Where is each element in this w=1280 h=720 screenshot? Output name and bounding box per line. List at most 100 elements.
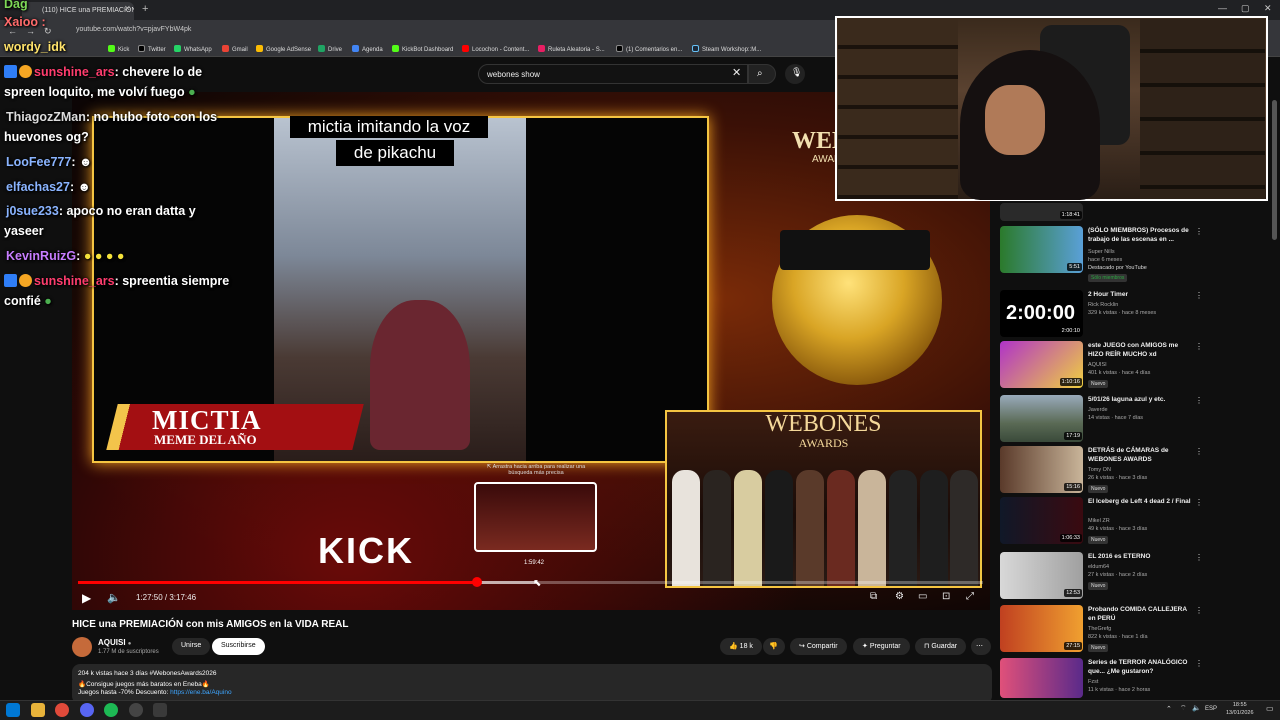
chat-message: elfachas27: ☻: [6, 180, 91, 194]
play-icon[interactable]: ▶: [82, 591, 91, 605]
scrollbar[interactable]: [1272, 100, 1277, 240]
mic-button[interactable]: 🎙: [785, 64, 805, 84]
windows-start-icon[interactable]: [6, 703, 20, 717]
clip-caption-line2: de pikachu: [336, 140, 454, 166]
window-close-icon[interactable]: ✕: [1264, 3, 1272, 14]
bookmark-kickbot[interactable]: KickBot Dashboard: [392, 45, 453, 53]
miniplayer-icon[interactable]: ▭: [918, 591, 927, 602]
more-vert-icon[interactable]: ⋮: [1195, 291, 1203, 300]
sidebar-video[interactable]: 15:16 DETRÁS de CÁMARAS de WEBONES AWARD…: [1000, 446, 1203, 498]
file-explorer-icon[interactable]: [31, 703, 45, 717]
bookmark-whatsapp[interactable]: WhatsApp: [174, 45, 212, 53]
sidebar-video[interactable]: 27:15 Probando COMIDA CALLEJERA en PERÚ …: [1000, 605, 1203, 657]
spotify-icon[interactable]: [104, 703, 118, 717]
pepe-emote-icon: ●: [44, 294, 52, 308]
save-button[interactable]: ⊓ Guardar: [915, 638, 967, 655]
fullscreen-icon[interactable]: ⤢: [966, 591, 974, 602]
maximize-icon[interactable]: ▢: [1241, 3, 1250, 14]
pixel-glasses-image: [780, 230, 930, 270]
badge-icon: [4, 65, 17, 78]
bookmark-agenda[interactable]: Agenda: [352, 45, 383, 53]
bookmark-twitter[interactable]: Twitter: [138, 45, 166, 53]
bookmark-adsense[interactable]: Google AdSense: [256, 45, 311, 53]
sidebar-video[interactable]: 1:10:16 este JUEGO con AMIGOS me HIZO RE…: [1000, 341, 1203, 393]
sidebar-video[interactable]: 5:51 (SÓLO MIEMBROS) Procesos de trabajo…: [1000, 226, 1203, 282]
tray-chevron-icon[interactable]: ⌃: [1166, 705, 1172, 713]
more-vert-icon[interactable]: ⋮: [1195, 553, 1203, 562]
taskbar: [0, 700, 1280, 720]
sidebar-video[interactable]: 1:06:33 El Iceberg de Left 4 dead 2 / Fi…: [1000, 497, 1203, 549]
search-icon: ⌕: [757, 68, 763, 79]
group-person: [950, 470, 978, 586]
more-vert-icon[interactable]: ⋮: [1195, 498, 1203, 507]
badge-icon: [19, 274, 32, 287]
subscribe-button[interactable]: Suscribirse: [212, 638, 265, 655]
volume-icon[interactable]: 🔈: [107, 591, 121, 604]
search-button[interactable]: ⌕: [748, 64, 776, 84]
progress-scrubber[interactable]: [472, 577, 482, 587]
settings-icon[interactable]: ⚙: [895, 591, 904, 602]
sidebar-video[interactable]: 12:53 EL 2016 es ETERNO eldum64 27 k vis…: [1000, 552, 1203, 604]
bookmark-gmail[interactable]: Gmail: [222, 45, 248, 53]
new-tab-icon[interactable]: +: [142, 3, 148, 15]
mic-icon: 🎙: [791, 67, 803, 77]
cast-icon[interactable]: ⊡: [942, 591, 950, 602]
sidebar-video[interactable]: 1:18:41: [1000, 203, 1196, 223]
view-stats: 204 k vistas hace 3 días #WebonesAwards2…: [78, 670, 217, 677]
bookmark-ruleta[interactable]: Ruleta Aleatoria - S...: [538, 45, 605, 53]
bookmark-kick[interactable]: Kick: [108, 45, 129, 53]
more-vert-icon[interactable]: ⋮: [1195, 606, 1203, 615]
clear-icon[interactable]: ✕: [732, 66, 741, 79]
notification-icon[interactable]: ▭: [1266, 704, 1274, 713]
inset-subtitle: AWARDS: [798, 436, 849, 450]
channel-name[interactable]: AQUISI ●: [98, 638, 131, 647]
network-icon[interactable]: ⌔: [1180, 704, 1187, 713]
description-link[interactable]: https://ene.ba/Aquino: [170, 689, 231, 696]
more-button[interactable]: ⋯: [971, 638, 991, 655]
sparkle-icon: ✦: [862, 643, 868, 650]
close-icon[interactable]: ✕: [124, 4, 131, 13]
ask-button[interactable]: ✦ Preguntar: [853, 638, 910, 655]
bookmark-drive[interactable]: Drive: [318, 45, 342, 53]
dislike-button[interactable]: 👎: [763, 638, 785, 655]
subtitles-icon[interactable]: ⧉: [870, 591, 877, 602]
channel-avatar[interactable]: [72, 637, 92, 657]
obs-icon[interactable]: [129, 703, 143, 717]
app-icon[interactable]: [153, 703, 167, 717]
discord-icon[interactable]: [80, 703, 94, 717]
sidebar-thumbnail: 12:53: [1000, 552, 1083, 599]
like-button[interactable]: 👍 18 k: [720, 638, 762, 655]
clock[interactable]: 18:55 13/01/2026: [1226, 701, 1254, 717]
sidebar-thumbnail: 2:00:00 2:00:10: [1000, 290, 1083, 337]
award-category: MEME DEL AÑO: [154, 432, 257, 447]
language-indicator[interactable]: ESP: [1205, 706, 1217, 712]
more-vert-icon[interactable]: ⋮: [1195, 447, 1203, 456]
description-line: 🔥Consigue juegos más baratos en Eneba🔥: [78, 681, 210, 688]
bookmark-steam[interactable]: Steam Workshop::M...: [692, 45, 761, 53]
progress-buffer: [476, 581, 536, 584]
group-person: [920, 470, 948, 586]
thumbs-down-icon: 👎: [769, 643, 778, 650]
chat-message-cont: yaseer: [4, 224, 44, 238]
join-button[interactable]: Unirse: [172, 638, 211, 655]
preview-time: 1:59:42: [524, 560, 545, 566]
chrome-icon[interactable]: [55, 703, 69, 717]
bookmark-comentarios[interactable]: (1) Comentarios en...: [616, 45, 682, 53]
sidebar-thumbnail: 1:10:16: [1000, 341, 1083, 388]
more-vert-icon[interactable]: ⋮: [1195, 227, 1203, 236]
sidebar-video[interactable]: 2:00:00 2:00:10 2 Hour Timer Rick Rocklin…: [1000, 290, 1203, 342]
url-field[interactable]: youtube.com/watch?v=pjavFYbW4pk: [76, 26, 191, 33]
bookmark-locochon[interactable]: Locochon - Content...: [462, 45, 529, 53]
share-button[interactable]: ↪ Compartir: [790, 638, 847, 655]
chat-message: sunshine_ars: chevere lo de: [4, 62, 202, 82]
search-input[interactable]: webones show: [478, 64, 748, 84]
more-vert-icon[interactable]: ⋮: [1195, 396, 1203, 405]
volume-tray-icon[interactable]: 🔈: [1192, 704, 1201, 712]
sidebar-video[interactable]: Series de TERROR ANALÓGICO que... ¿Me gu…: [1000, 658, 1203, 698]
group-person: [889, 470, 917, 586]
sidebar-video[interactable]: 17:19 5/01/26 laguna azul y etc. Javerde…: [1000, 395, 1203, 447]
more-vert-icon[interactable]: ⋮: [1195, 659, 1203, 668]
more-vert-icon[interactable]: ⋮: [1195, 342, 1203, 351]
mouse-cursor-icon: ⬉: [533, 578, 542, 589]
minimize-icon[interactable]: —: [1218, 3, 1227, 13]
